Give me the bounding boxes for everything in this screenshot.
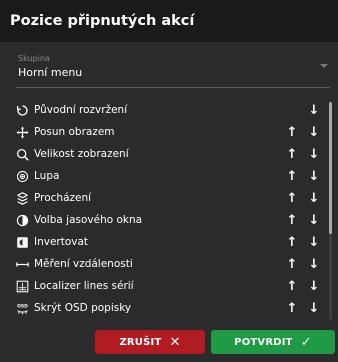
move-down-button[interactable]: ↓ bbox=[306, 278, 322, 294]
list-item-label: Měření vzdálenosti bbox=[34, 258, 133, 270]
list-item: Invertovat ↑ ↓ bbox=[14, 232, 320, 252]
move-up-button[interactable]: ↑ bbox=[284, 146, 300, 162]
actions-list: Původní rozvržení ↓ Posun obrazem ↑ ↓ Ve… bbox=[14, 100, 332, 320]
list-item-label: Původní rozvržení bbox=[34, 104, 128, 116]
osd-hide-icon: OSD bbox=[14, 300, 30, 316]
list-item-label: Lupa bbox=[34, 170, 60, 182]
list-item-label: Velikost zobrazení bbox=[34, 148, 129, 160]
invert-icon bbox=[14, 234, 30, 250]
list-item: OSD Skrýt OSD popisky ↑ ↓ bbox=[14, 298, 320, 318]
list-item-label: Invertovat bbox=[34, 236, 89, 248]
check-icon: ✓ bbox=[300, 334, 312, 350]
list-item: Velikost zobrazení ↑ ↓ bbox=[14, 144, 320, 164]
group-select-value: Horní menu bbox=[18, 66, 83, 79]
localizer-lines-icon bbox=[14, 278, 30, 294]
scroll-stack-icon bbox=[14, 190, 30, 206]
move-up-button[interactable]: ↑ bbox=[284, 212, 300, 228]
move-down-button[interactable]: ↓ bbox=[306, 146, 322, 162]
move-down-button[interactable]: ↓ bbox=[306, 212, 322, 228]
list-item-label: Posun obrazem bbox=[34, 126, 115, 138]
pinned-actions-dialog: Pozice připnutých akcí Skupina Horní men… bbox=[0, 0, 338, 362]
group-select[interactable]: Skupina Horní menu bbox=[8, 48, 330, 88]
dialog-footer: ZRUŠIT ✕ POTVRDIT ✓ bbox=[0, 322, 338, 362]
move-up-button[interactable]: ↑ bbox=[284, 256, 300, 272]
contrast-icon bbox=[14, 212, 30, 228]
move-up-button[interactable]: ↑ bbox=[284, 300, 300, 316]
move-down-button[interactable]: ↓ bbox=[306, 102, 322, 118]
move-down-button[interactable]: ↓ bbox=[306, 190, 322, 206]
move-down-button[interactable]: ↓ bbox=[306, 256, 322, 272]
move-up-button[interactable]: ↑ bbox=[284, 190, 300, 206]
list-item: Měření vzdálenosti ↑ ↓ bbox=[14, 254, 320, 274]
list-item: Procházení ↑ ↓ bbox=[14, 188, 320, 208]
move-down-button[interactable]: ↓ bbox=[306, 168, 322, 184]
list-item: Původní rozvržení ↓ bbox=[14, 100, 320, 120]
move-down-button[interactable]: ↓ bbox=[306, 234, 322, 250]
reset-icon bbox=[14, 102, 30, 118]
list-scrollbar[interactable] bbox=[329, 102, 332, 320]
ruler-line-icon bbox=[14, 256, 30, 272]
list-item: Localizer lines sérií ↑ ↓ bbox=[14, 276, 320, 296]
caret-down-icon[interactable] bbox=[320, 64, 328, 68]
list-item: Lupa ↑ ↓ bbox=[14, 166, 320, 186]
move-up-button[interactable]: ↑ bbox=[284, 168, 300, 184]
svg-text:OSD: OSD bbox=[17, 303, 28, 309]
zoom-icon bbox=[14, 146, 30, 162]
list-item-label: Volba jasového okna bbox=[34, 214, 143, 226]
cancel-button-label: ZRUŠIT bbox=[119, 336, 162, 348]
dialog-title: Pozice připnutých akcí bbox=[10, 13, 195, 29]
pan-icon bbox=[14, 124, 30, 140]
list-item: Posun obrazem ↑ ↓ bbox=[14, 122, 320, 142]
list-item: Volba jasového okna ↑ ↓ bbox=[14, 210, 320, 230]
confirm-button[interactable]: POTVRDIT ✓ bbox=[211, 330, 335, 354]
list-item-label: Localizer lines sérií bbox=[34, 280, 134, 292]
move-up-button[interactable]: ↑ bbox=[284, 124, 300, 140]
list-item-label: Procházení bbox=[34, 192, 92, 204]
list-item-label: Skrýt OSD popisky bbox=[34, 302, 132, 314]
scrollbar-thumb[interactable] bbox=[329, 102, 332, 234]
cancel-button[interactable]: ZRUŠIT ✕ bbox=[95, 330, 205, 354]
move-up-button[interactable]: ↑ bbox=[284, 278, 300, 294]
move-up-button[interactable]: ↑ bbox=[284, 234, 300, 250]
dialog-header: Pozice připnutých akcí bbox=[0, 0, 338, 42]
magnifier-icon bbox=[14, 168, 30, 184]
move-down-button[interactable]: ↓ bbox=[306, 300, 322, 316]
select-underline bbox=[16, 87, 330, 88]
confirm-button-label: POTVRDIT bbox=[234, 336, 293, 348]
close-icon: ✕ bbox=[169, 334, 181, 350]
group-select-label: Skupina bbox=[18, 54, 50, 63]
move-down-button[interactable]: ↓ bbox=[306, 124, 322, 140]
